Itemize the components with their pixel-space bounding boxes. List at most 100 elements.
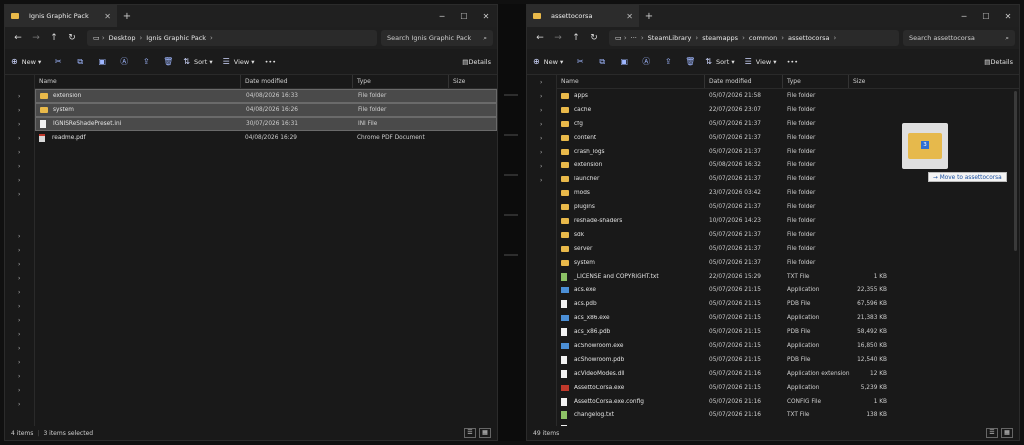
chevron-right-icon[interactable]: › — [540, 107, 542, 114]
chevron-right-icon[interactable]: › — [18, 373, 20, 380]
chevron-right-icon[interactable]: › — [18, 345, 20, 352]
vertical-scrollbar[interactable] — [1014, 91, 1017, 251]
chevron-right-icon[interactable]: › — [18, 121, 20, 128]
file-row[interactable]: readme.pdf 04/08/2026 16:29 Chrome PDF Doc… — [35, 131, 497, 145]
up-arrow-icon[interactable]: ↑ — [567, 33, 585, 43]
details-view-icon[interactable]: ☰ — [464, 428, 476, 438]
chevron-right-icon[interactable]: › — [18, 135, 20, 142]
file-row[interactable]: server 05/07/2026 21:37 File folder — [557, 242, 1019, 256]
maximize-button[interactable]: ☐ — [975, 12, 997, 21]
chevron-right-icon[interactable]: › — [540, 163, 542, 170]
breadcrumb-assettocorsa[interactable]: assettocorsa — [788, 34, 829, 42]
file-row[interactable]: extension 05/08/2026 16:32 File folder — [557, 158, 1019, 172]
share-icon[interactable]: ⇪ — [139, 57, 153, 66]
share-icon[interactable]: ⇪ — [661, 57, 675, 66]
file-row[interactable]: content 05/07/2026 21:37 File folder — [557, 131, 1019, 145]
close-tab-icon[interactable]: ✕ — [626, 12, 633, 21]
refresh-icon[interactable]: ↻ — [585, 33, 603, 43]
close-window-button[interactable]: ✕ — [475, 12, 497, 21]
cut-icon[interactable]: ✂ — [51, 57, 65, 66]
tab-assettocorsa[interactable]: assettocorsa ✕ — [527, 5, 639, 27]
chevron-right-icon[interactable]: › — [18, 177, 20, 184]
file-row[interactable]: cache 22/07/2026 23:07 File folder — [557, 103, 1019, 117]
file-row[interactable]: AssettoCorsa.exe 05/07/2026 21:15 Applicat… — [557, 381, 1019, 395]
file-row[interactable]: changelog.txt 05/07/2026 21:16 TXT File 138… — [557, 408, 1019, 422]
chevron-right-icon[interactable]: › — [18, 191, 20, 198]
column-header-type[interactable]: Type — [783, 75, 849, 88]
rename-icon[interactable]: Ⓐ — [639, 56, 653, 67]
back-arrow-icon[interactable]: ← — [531, 33, 549, 43]
file-row[interactable]: acs_x86.exe 05/07/2026 21:15 Application 21… — [557, 311, 1019, 325]
column-header-size[interactable]: Size — [849, 75, 893, 88]
chevron-right-icon[interactable]: › — [18, 331, 20, 338]
file-row[interactable]: extension 04/08/2026 16:33 File folder — [35, 89, 497, 103]
chevron-right-icon[interactable]: › — [18, 303, 20, 310]
file-row[interactable]: plugins 05/07/2026 21:37 File folder — [557, 200, 1019, 214]
tiles-view-icon[interactable]: ▦ — [479, 428, 491, 438]
breadcrumb-steamlibrary[interactable]: SteamLibrary — [648, 34, 692, 42]
column-header-name[interactable]: Name — [557, 75, 705, 88]
file-row[interactable]: system 05/07/2026 21:37 File folder — [557, 256, 1019, 270]
chevron-right-icon[interactable]: › — [18, 317, 20, 324]
more-options-button[interactable]: ••• — [787, 58, 799, 66]
file-row[interactable]: mods 23/07/2026 03:42 File folder — [557, 186, 1019, 200]
search-input[interactable]: Search assettocorsa ⌕ — [903, 30, 1015, 46]
close-window-button[interactable]: ✕ — [997, 12, 1019, 21]
file-row[interactable]: IGNISReShadePreset.ini 30/07/2026 16:31 IN… — [35, 116, 497, 131]
forward-arrow-icon[interactable]: → — [549, 33, 567, 43]
chevron-right-icon[interactable]: › — [540, 177, 542, 184]
breadcrumb-ignis-graphic-pack[interactable]: Ignis Graphic Pack — [146, 34, 206, 42]
more-options-button[interactable]: ••• — [265, 58, 277, 66]
chevron-right-icon[interactable]: › — [540, 79, 542, 86]
file-row[interactable]: acShowroom.pdb 05/07/2026 21:15 PDB File 12… — [557, 353, 1019, 367]
file-row[interactable]: acs.pdb 05/07/2026 21:15 PDB File 67,596 KB — [557, 297, 1019, 311]
up-arrow-icon[interactable]: ↑ — [45, 33, 63, 43]
column-header-size[interactable]: Size — [449, 75, 489, 88]
file-row[interactable]: acs_x86.pdb 05/07/2026 21:15 PDB File 58,49… — [557, 325, 1019, 339]
column-header-name[interactable]: Name — [35, 75, 241, 88]
chevron-right-icon[interactable]: › — [18, 289, 20, 296]
details-button[interactable]: ▤ Details — [462, 58, 491, 66]
rename-icon[interactable]: Ⓐ — [117, 56, 131, 67]
search-input[interactable]: Search Ignis Graphic Pack ⌕ — [381, 30, 493, 46]
new-tab-button[interactable]: + — [117, 11, 137, 22]
chevron-right-icon[interactable]: › — [18, 261, 20, 268]
maximize-button[interactable]: ☐ — [453, 12, 475, 21]
address-bar[interactable]: ▭ › Desktop › Ignis Graphic Pack › — [87, 30, 377, 46]
paste-icon[interactable]: ▣ — [617, 57, 631, 66]
refresh-icon[interactable]: ↻ — [63, 33, 81, 43]
back-arrow-icon[interactable]: ← — [9, 33, 27, 43]
file-row[interactable]: sdk 05/07/2026 21:37 File folder — [557, 228, 1019, 242]
file-row[interactable]: crash_logs 05/07/2026 21:37 File folder — [557, 145, 1019, 159]
new-button[interactable]: ⊕ New ▾ — [533, 57, 563, 66]
file-row[interactable]: apps 05/07/2026 21:58 File folder — [557, 89, 1019, 103]
file-row[interactable]: reshade-shaders 10/07/2026 14:23 File fold… — [557, 214, 1019, 228]
copy-icon[interactable]: ⧉ — [73, 57, 87, 67]
chevron-right-icon[interactable]: › — [540, 121, 542, 128]
view-button[interactable]: ☰ View ▾ — [745, 57, 777, 66]
delete-icon[interactable]: 🗑 — [161, 57, 175, 66]
column-header-date[interactable]: Date modified — [705, 75, 783, 88]
file-row[interactable]: cfg 05/07/2026 21:37 File folder — [557, 117, 1019, 131]
details-button[interactable]: ▤ Details — [984, 58, 1013, 66]
minimize-button[interactable]: ─ — [953, 12, 975, 21]
chevron-right-icon[interactable]: › — [540, 149, 542, 156]
new-button[interactable]: ⊕ New ▾ — [11, 57, 41, 66]
column-header-date[interactable]: Date modified — [241, 75, 353, 88]
breadcrumb-overflow-icon[interactable]: ··· — [631, 34, 637, 42]
tab-ignis-graphic-pack[interactable]: Ignis Graphic Pack ✕ — [5, 5, 117, 27]
chevron-right-icon[interactable]: › — [540, 135, 542, 142]
forward-arrow-icon[interactable]: → — [27, 33, 45, 43]
chevron-right-icon[interactable]: › — [18, 93, 20, 100]
chevron-right-icon[interactable]: › — [18, 149, 20, 156]
view-button[interactable]: ☰ View ▾ — [223, 57, 255, 66]
chevron-right-icon[interactable]: › — [18, 163, 20, 170]
file-row[interactable]: acShowroom.exe 05/07/2026 21:15 Applicatio… — [557, 339, 1019, 353]
breadcrumb-desktop[interactable]: Desktop — [109, 34, 136, 42]
sort-button[interactable]: ⇅ Sort ▾ — [183, 57, 212, 66]
chevron-right-icon[interactable]: › — [18, 233, 20, 240]
sort-button[interactable]: ⇅ Sort ▾ — [705, 57, 734, 66]
chevron-right-icon[interactable]: › — [18, 401, 20, 408]
address-bar[interactable]: ▭ › ··· › SteamLibrary › steamapps › com… — [609, 30, 899, 46]
file-row[interactable]: system 04/08/2026 16:26 File folder — [35, 102, 497, 117]
